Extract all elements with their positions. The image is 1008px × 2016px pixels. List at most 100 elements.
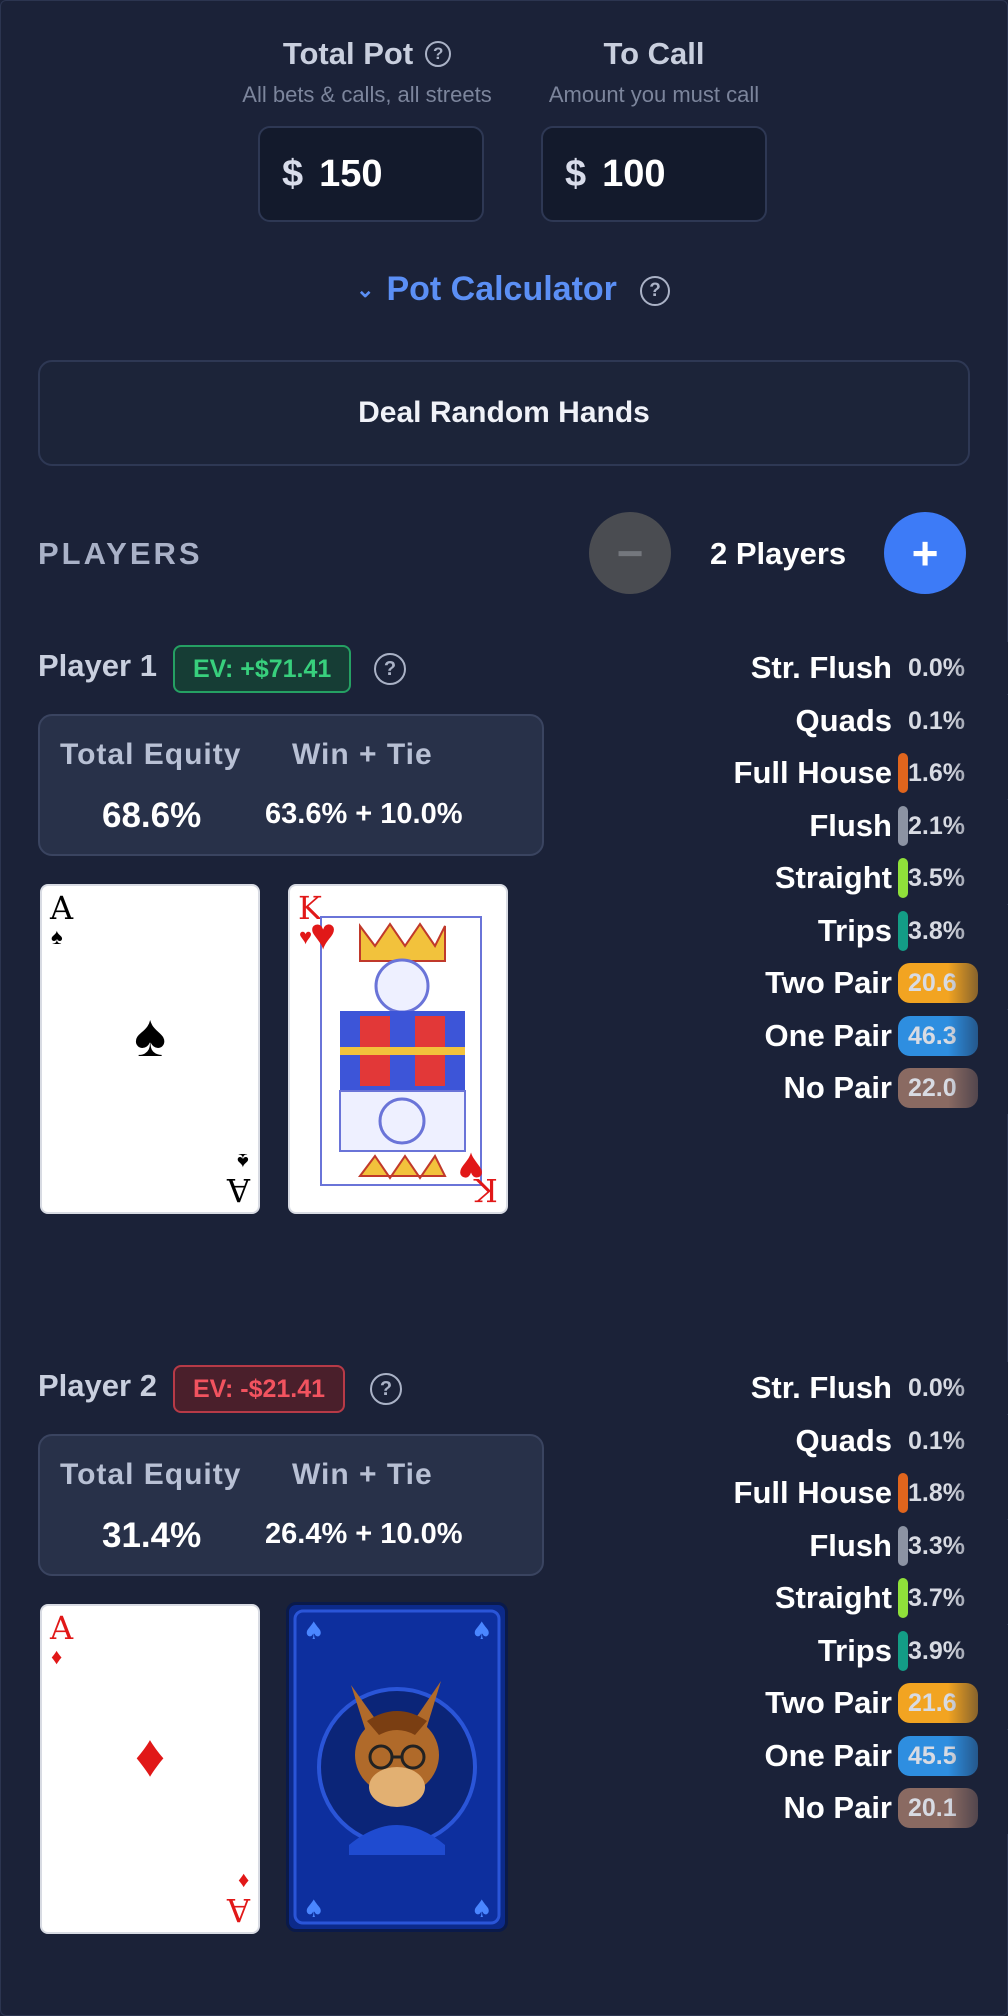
hand-stat-value: 0.0% xyxy=(908,654,965,682)
win-tie-label: Win + Tie xyxy=(292,738,433,771)
hand-stat-value: 3.8% xyxy=(908,916,965,945)
heart-icon: ♥ xyxy=(310,910,337,959)
currency-symbol: $ xyxy=(282,152,304,195)
total-equity-value: 68.6% xyxy=(102,796,202,835)
hand-stat-value: 3.7% xyxy=(908,1584,965,1612)
card-rank: A xyxy=(226,1891,250,1929)
playing-card[interactable]: A ♠ ♠ ♠ A xyxy=(40,884,260,1214)
diamond-icon: ♦ xyxy=(237,1869,249,1894)
hand-stat-row: One Pair 45.5 xyxy=(560,1729,1008,1782)
remove-player-button[interactable]: − xyxy=(589,512,671,594)
pot-calculator-toggle[interactable]: ⌄ Pot Calculator xyxy=(356,270,617,309)
hand-stat-value: 0.1% xyxy=(908,706,965,735)
card-rank: K xyxy=(474,1171,498,1209)
card-rank: A xyxy=(226,1171,250,1209)
hand-stat-name: One Pair xyxy=(764,1017,893,1053)
hand-stat-bar xyxy=(898,910,908,951)
hand-stat-row: No Pair 22.0 xyxy=(560,1062,1008,1114)
hand-stat-value: 22.0 xyxy=(908,1074,957,1102)
win-tie-value: 63.6% + 10.0% xyxy=(265,798,463,830)
total-equity-label: Total Equity xyxy=(60,738,242,771)
hand-stat-name: Quads xyxy=(795,702,892,738)
players-count: 2 Players xyxy=(710,536,847,571)
hand-stat-row: No Pair 20.1 xyxy=(560,1782,1008,1834)
add-player-button[interactable]: + xyxy=(884,512,966,594)
hand-stat-name: No Pair xyxy=(783,1790,892,1825)
hand-stat-value: 0.1% xyxy=(908,1426,965,1455)
diamond-icon: ♦ xyxy=(134,1722,166,1789)
hand-stat-bar xyxy=(898,1630,908,1671)
spade-icon: ♠ xyxy=(51,924,63,949)
win-tie-value: 26.4% + 10.0% xyxy=(265,1518,463,1550)
players-section-label: PLAYERS xyxy=(38,536,203,571)
win-tie-label: Win + Tie xyxy=(292,1458,433,1491)
hand-stat-bar xyxy=(898,805,908,846)
to-call-value[interactable]: 100 xyxy=(602,153,665,196)
hand-stat-bar xyxy=(898,858,908,898)
hand-stat-row: Str. Flush 0.0% xyxy=(560,642,1008,694)
hand-stat-row: Full House 1.8% xyxy=(560,1467,1008,1519)
hand-stat-value: 3.5% xyxy=(908,864,965,892)
playing-card[interactable]: A ♦ ♦ ♦ A xyxy=(40,1604,260,1934)
hand-stat-row: Straight 3.5% xyxy=(560,852,1008,904)
hand-stat-name: Flush xyxy=(809,807,892,843)
to-call-input[interactable]: $ 100 xyxy=(541,126,767,222)
hand-stat-row: Straight 3.7% xyxy=(560,1572,1008,1624)
help-icon[interactable]: ? xyxy=(374,653,406,685)
hand-stat-name: Str. Flush xyxy=(750,650,892,685)
hand-stat-bar xyxy=(898,1473,908,1513)
ev-badge: EV: +$71.41 xyxy=(173,645,352,693)
hand-stat-name: Full House xyxy=(733,1475,892,1510)
hand-stat-name: Flush xyxy=(809,1527,892,1563)
total-equity-label: Total Equity xyxy=(60,1458,242,1491)
help-icon[interactable]: ? xyxy=(425,41,452,67)
hand-stat-name: One Pair xyxy=(764,1737,893,1773)
ev-badge: EV: -$21.41 xyxy=(173,1365,346,1413)
to-call-title: To Call xyxy=(603,36,705,71)
spade-icon: ♠ xyxy=(134,1002,166,1069)
help-icon[interactable]: ? xyxy=(370,1373,402,1405)
hand-stat-bar xyxy=(898,1525,908,1566)
total-pot-subtitle: All bets & calls, all streets xyxy=(242,82,492,107)
equity-box: Total Equity Win + Tie 68.6% 63.6% + 10.… xyxy=(38,714,544,856)
card-back[interactable]: ♠ ♠ ♠ ♠ xyxy=(286,1602,508,1932)
hand-stat-row: One Pair 46.3 xyxy=(560,1009,1008,1062)
hand-stat-row: Flush 2.1% xyxy=(560,799,1008,852)
hand-stat-row: Flush 3.3% xyxy=(560,1519,1008,1572)
spade-icon: ♠ xyxy=(237,1149,249,1174)
hand-stat-name: Quads xyxy=(795,1422,892,1458)
hand-stat-row: Full House 1.6% xyxy=(560,747,1008,799)
hand-stat-row: Trips 3.9% xyxy=(560,1624,1008,1677)
svg-text:♠: ♠ xyxy=(303,1895,325,1923)
minus-icon: − xyxy=(616,527,644,579)
hand-stat-name: Two Pair xyxy=(765,1685,892,1720)
total-pot-title: Total Pot xyxy=(282,36,414,71)
hand-stat-name: Str. Flush xyxy=(750,1370,892,1405)
equity-box: Total Equity Win + Tie 31.4% 26.4% + 10.… xyxy=(38,1434,544,1576)
donkey-mascot-icon: ♠ ♠ ♠ ♠ xyxy=(293,1609,501,1925)
hand-stat-row: Quads 0.1% xyxy=(560,694,1008,747)
hand-stat-bar xyxy=(898,753,908,793)
hand-stat-value: 2.1% xyxy=(908,811,965,840)
player-name: Player 1 xyxy=(38,648,157,683)
help-icon[interactable]: ? xyxy=(640,276,670,306)
total-equity-value: 31.4% xyxy=(102,1516,202,1555)
hand-stat-value: 20.1 xyxy=(908,1794,957,1822)
deal-random-hands-button[interactable]: Deal Random Hands xyxy=(38,360,970,466)
player-panel: Player 1 EV: +$71.41 ? Total Equity Win … xyxy=(0,642,1008,1248)
to-call-header: To Call Amount you must call xyxy=(520,36,788,108)
playing-card[interactable]: K ♥ ♥ ♥ K xyxy=(288,884,508,1214)
hand-stat-value: 0.0% xyxy=(908,1374,965,1402)
total-pot-input[interactable]: $ 150 xyxy=(258,126,484,222)
hand-stat-value: 1.6% xyxy=(908,759,965,787)
total-pot-value[interactable]: 150 xyxy=(319,153,382,196)
hand-stat-name: Full House xyxy=(733,755,892,790)
currency-symbol: $ xyxy=(565,152,587,195)
hand-stat-value: 1.8% xyxy=(908,1479,965,1507)
hand-stat-value: 3.9% xyxy=(908,1636,965,1665)
hand-stat-row: Two Pair 20.6 xyxy=(560,957,1008,1009)
hand-stat-name: No Pair xyxy=(783,1070,892,1105)
hand-stat-name: Trips xyxy=(817,1632,892,1668)
hand-stat-value: 3.3% xyxy=(908,1531,965,1560)
diamond-icon: ♦ xyxy=(51,1644,63,1669)
